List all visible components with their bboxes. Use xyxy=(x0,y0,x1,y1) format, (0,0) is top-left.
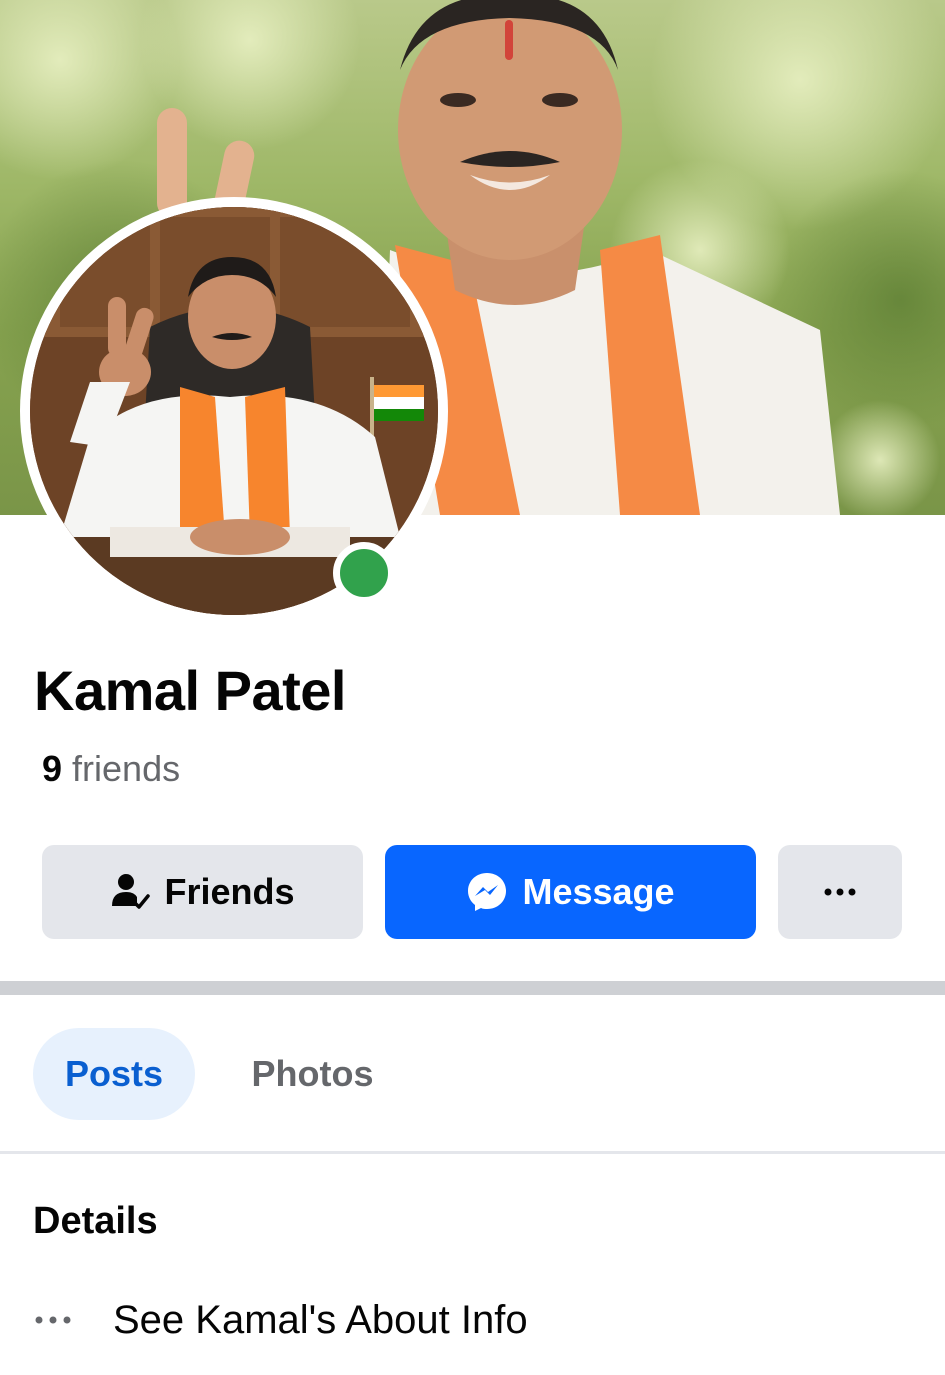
details-heading: Details xyxy=(33,1200,158,1242)
friends-count[interactable]: 9 friends xyxy=(42,748,180,790)
tabs-divider xyxy=(0,1151,945,1154)
person-check-icon xyxy=(110,872,151,912)
friends-button-label: Friends xyxy=(164,871,295,912)
see-about-info-link[interactable]: See Kamal's About Info xyxy=(33,1292,528,1348)
message-button-label: Message xyxy=(522,871,675,912)
friends-button[interactable]: Friends xyxy=(42,845,363,939)
messenger-icon xyxy=(466,871,508,913)
friends-count-label: friends xyxy=(72,748,181,789)
tab-photos[interactable]: Photos xyxy=(225,1028,400,1120)
see-about-info-label: See Kamal's About Info xyxy=(113,1297,528,1342)
tab-posts[interactable]: Posts xyxy=(33,1028,195,1120)
online-status-indicator xyxy=(333,542,395,604)
friends-count-number: 9 xyxy=(42,748,63,789)
more-horizontal-icon xyxy=(33,1314,113,1326)
section-divider xyxy=(0,981,945,995)
profile-name: Kamal Patel xyxy=(34,659,347,722)
more-options-button[interactable] xyxy=(778,845,902,939)
more-icon xyxy=(820,886,860,898)
message-button[interactable]: Message xyxy=(385,845,756,939)
profile-page: Kamal Patel 9 friends Friends Message Po… xyxy=(0,0,945,1375)
